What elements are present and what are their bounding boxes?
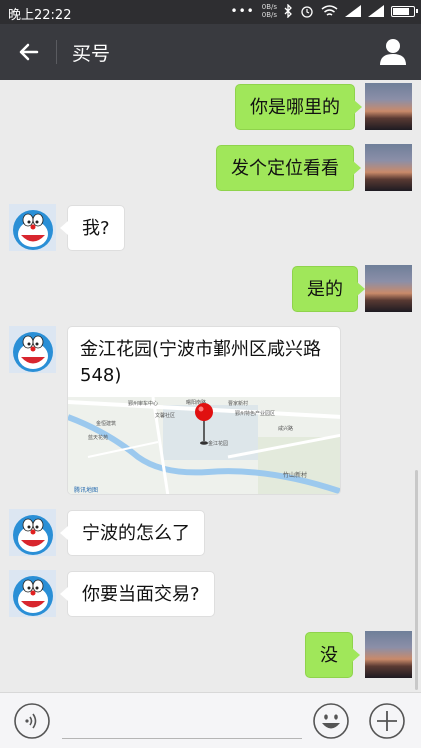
more-dots-icon: ••• [230,4,255,18]
signal-icon-2 [368,5,384,17]
location-address: 金江花园(宁波市鄞州区咸兴路548) [80,339,322,386]
battery-icon [391,5,418,17]
battery-level [393,7,409,15]
status-time: 晚上22:22 [8,8,72,23]
voice-input-icon[interactable] [13,702,51,740]
map-label: 金江花园 [208,440,228,447]
chat-scrollbar[interactable] [415,470,418,690]
location-message-card[interactable]: 金江花园(宁波市鄞州区咸兴路548) 鄞州审车中心 金恒建筑 蓝天花苑 文馨社区… [67,326,341,495]
message-bubble-sent[interactable]: 发个定位看看 [216,145,361,191]
message-bubble-sent[interactable]: 没 [305,632,360,678]
input-bar [0,692,421,748]
message-bubble-received[interactable]: 宁波的怎么了 [60,510,205,556]
status-bar: 晚上22:22 ••• 0B/s 0B/s [0,0,421,24]
map-label: 曹家新村 [228,400,248,407]
avatar-contact[interactable] [9,326,56,373]
map-label: 金恒建筑 [96,420,116,427]
map-label: 竹山新村 [283,471,307,479]
map-label: 文馨社区 [155,412,175,419]
net-speed: 0B/s 0B/s [262,3,277,19]
more-functions-plus-icon[interactable] [368,702,406,740]
message-bubble-received[interactable]: 我? [60,205,125,251]
avatar-self[interactable] [365,265,412,312]
avatar-self[interactable] [365,631,412,678]
net-speed-down: 0B/s [261,11,277,19]
message-bubble-sent[interactable]: 你是哪里的 [235,84,362,130]
doraemon-avatar-icon [9,570,56,617]
map-label: 鄞州审车中心 [128,400,158,407]
emoji-icon[interactable] [312,702,350,740]
bluetooth-icon [284,4,292,18]
chat-header: 买号 [0,24,421,80]
header-divider [56,40,57,64]
doraemon-avatar-icon [9,509,56,556]
message-input[interactable] [62,705,302,739]
signal-icon-1 [345,5,361,17]
back-arrow-icon[interactable] [12,36,44,68]
avatar-contact[interactable] [9,204,56,251]
map-label: 咸兴路 [278,425,293,432]
doraemon-avatar-icon [9,204,56,251]
avatar-contact[interactable] [9,509,56,556]
map-pin-icon [195,403,213,421]
net-speed-up: 0B/s [261,3,277,11]
map-label: 蓝天花苑 [88,434,108,441]
avatar-self[interactable] [365,144,412,191]
map-label: 鄞州特色产业园区 [235,410,275,417]
message-bubble-received[interactable]: 你要当面交易? [60,571,215,617]
chat-title: 买号 [72,43,111,65]
wifi-icon [321,4,338,16]
user-profile-icon[interactable] [377,36,409,68]
avatar-contact[interactable] [9,570,56,617]
avatar-self[interactable] [365,83,412,130]
doraemon-avatar-icon [9,326,56,373]
map-provider-label: 腾讯地图 [74,486,98,494]
message-bubble-sent[interactable]: 是的 [292,266,365,312]
alarm-icon [301,6,313,18]
message-list[interactable]: 你是哪里的 发个定位看看 我? 是的 金江花园(宁波市鄞州区咸兴路548) 鄞州… [0,80,421,692]
location-map-preview[interactable]: 鄞州审车中心 金恒建筑 蓝天花苑 文馨社区 曹家新村 鄞州特色产业园区 金江花园… [68,397,341,495]
status-icons: ••• 0B/s 0B/s [230,3,418,19]
